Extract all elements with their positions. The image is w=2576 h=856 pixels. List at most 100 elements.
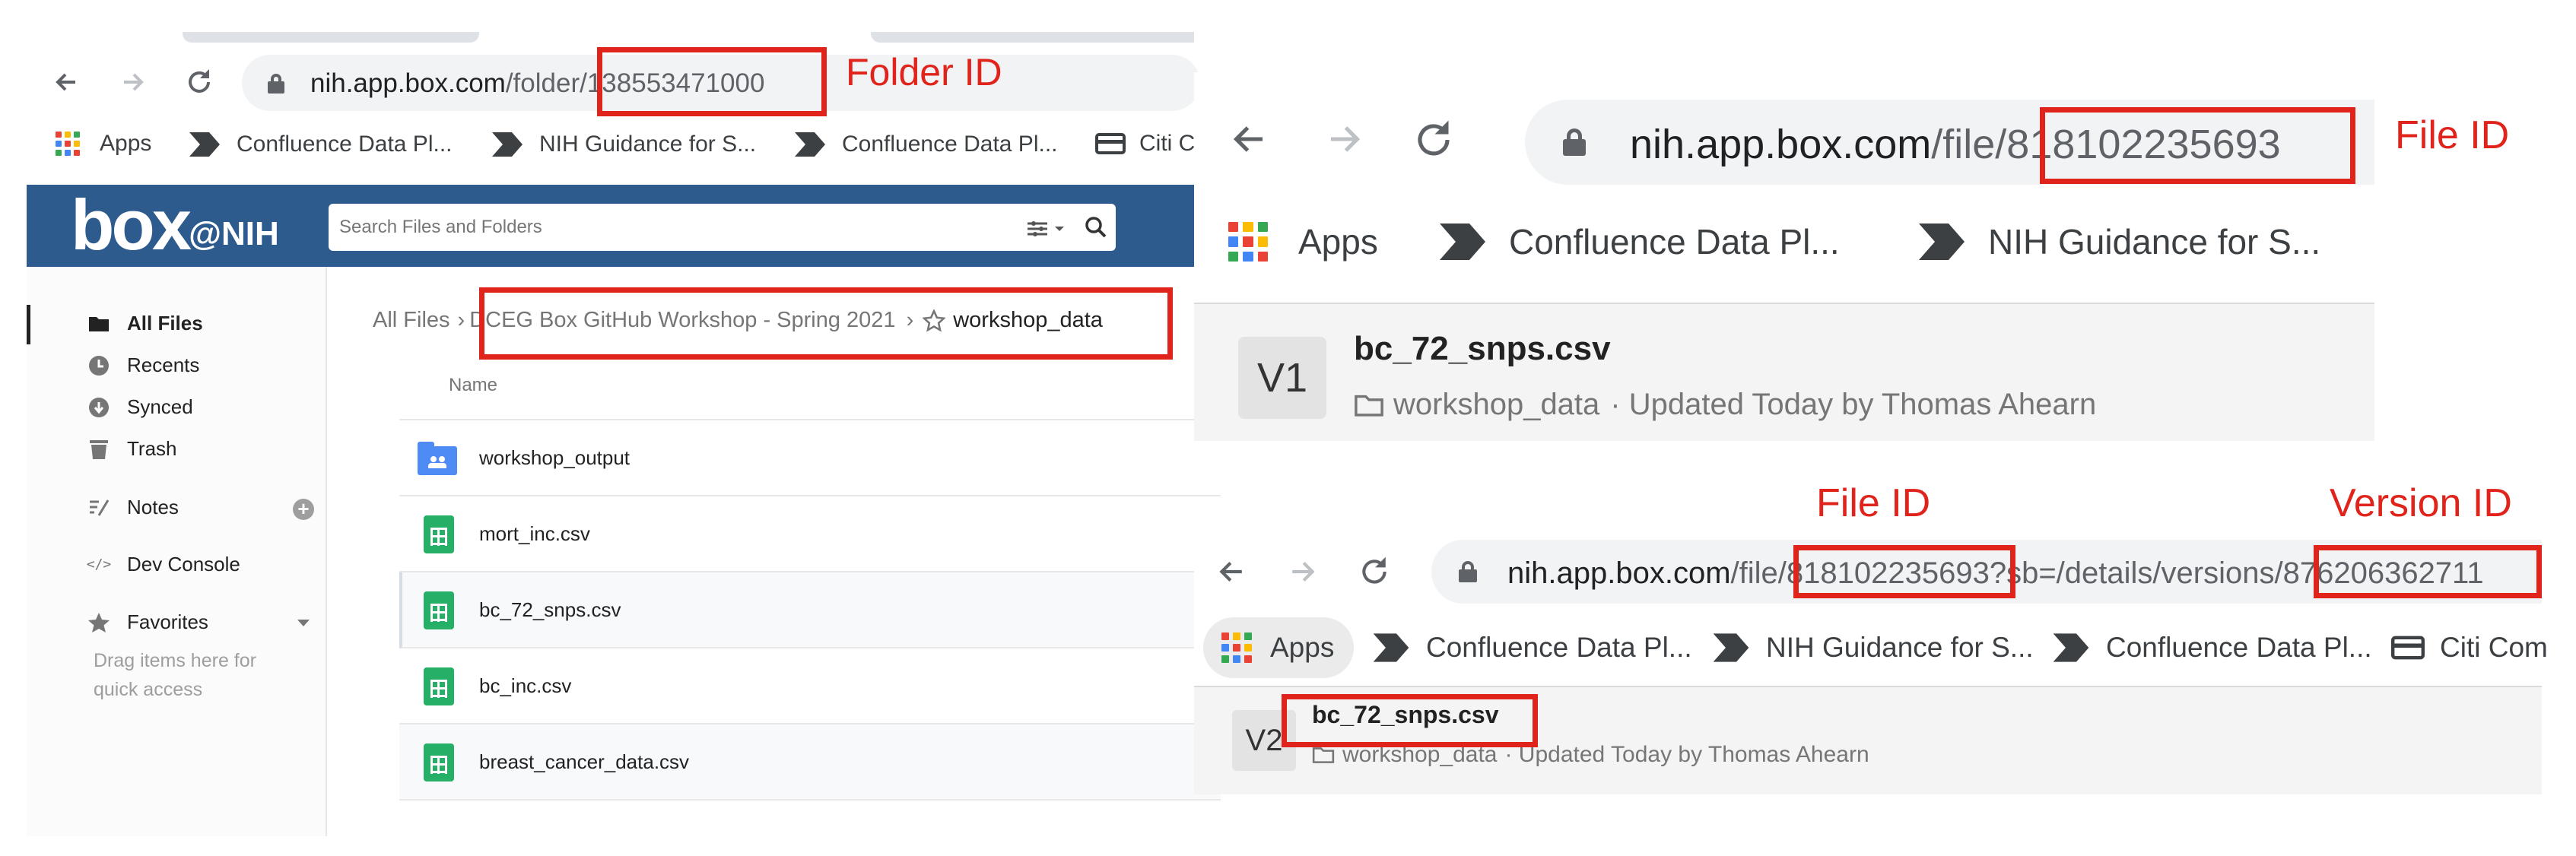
file-name[interactable]: workshop_output [479, 446, 630, 470]
reload-button[interactable] [1355, 553, 1393, 591]
sidebar-label: Dev Console [127, 553, 240, 575]
bookmark-1[interactable]: Confluence Data Pl... [1371, 632, 1692, 664]
file-folder-link[interactable]: workshop_data [1393, 388, 1599, 422]
spreadsheet-icon [424, 667, 454, 705]
list-item[interactable]: bc_inc.csv [399, 648, 1221, 724]
url-host: nih.app.box.com [1630, 122, 1932, 167]
bookmark-2[interactable]: NIH Guidance for S... [491, 131, 756, 158]
back-button[interactable] [1226, 116, 1272, 162]
forward-button[interactable] [1322, 116, 1367, 162]
bookmark-apps[interactable]: Apps [1228, 221, 1378, 262]
bookmark-4[interactable]: Citi Com [2391, 632, 2548, 664]
column-header-name[interactable]: Name [449, 375, 497, 396]
bookmark-2-label: NIH Guidance for S... [539, 132, 757, 157]
bookmark-1-label: Confluence Data Pl... [1426, 632, 1692, 663]
folder-outline-icon [1312, 747, 1335, 763]
file-name[interactable]: breast_cancer_data.csv [479, 750, 689, 774]
search-input[interactable]: Search Files and Folders [329, 204, 1116, 251]
file-name[interactable]: bc_72_snps.csv [479, 598, 621, 622]
shared-folder-icon [418, 442, 457, 475]
bookmark-1[interactable]: Confluence Data Pl... [1437, 221, 1840, 262]
file-title: bc_72_snps.csv [1354, 330, 1611, 367]
list-item[interactable]: workshop_output [399, 420, 1221, 496]
bookmark-apps[interactable]: Apps [1221, 632, 1334, 664]
favorites-hint-line-1: Drag items here for [94, 650, 256, 671]
reload-button[interactable] [183, 65, 216, 99]
code-icon: </> [86, 556, 112, 572]
back-button[interactable] [1214, 554, 1249, 589]
back-button[interactable] [51, 67, 81, 97]
url-path: /folder/ [505, 68, 587, 98]
bookmark-3-label: Confluence Data Pl... [842, 132, 1058, 157]
sidebar-label: Synced [127, 395, 193, 418]
bookmark-1[interactable]: Confluence Data Pl... [188, 131, 453, 158]
file-header: V1 bc_72_snps.csv workshop_data · Update… [1194, 303, 2374, 441]
bookmark-3[interactable]: Confluence Data Pl... [2051, 632, 2372, 664]
file-updated: · Updated Today by Thomas Ahearn [1610, 388, 2097, 421]
chevron-down-icon[interactable] [297, 619, 310, 628]
sidebar-item-dev-console[interactable]: </> Dev Console [87, 553, 240, 576]
url-host: nih.app.box.com [1507, 556, 1731, 590]
file-name[interactable]: mort_inc.csv [479, 522, 590, 546]
sidebar [27, 267, 327, 836]
star-icon [87, 611, 110, 634]
search-icon[interactable] [1085, 216, 1107, 239]
sidebar-item-all-files[interactable]: All Files [87, 312, 203, 335]
folder-id-highlight [597, 47, 827, 116]
confluence-icon [1440, 224, 1485, 260]
confluence-icon [795, 132, 825, 157]
bookmark-1-label: Confluence Data Pl... [1509, 222, 1840, 262]
sidebar-item-synced[interactable]: Synced [87, 395, 193, 419]
url-query: ?sb=/details/versions/ [1989, 556, 2283, 590]
sidebar-label: Notes [127, 496, 179, 518]
bookmark-apps-label: Apps [1270, 632, 1335, 663]
sidebar-item-notes[interactable]: Notes [87, 496, 179, 519]
card-icon [2391, 636, 2425, 660]
lock-icon [1459, 561, 1477, 582]
file-name[interactable]: bc_inc.csv [479, 674, 571, 698]
list-item[interactable]: mort_inc.csv [399, 496, 1221, 572]
sidebar-item-favorites[interactable]: Favorites [87, 610, 208, 634]
sidebar-label: All Files [127, 312, 203, 334]
folder-outline-icon [1355, 395, 1383, 417]
box-logo: box@NIH [71, 185, 279, 265]
sidebar-item-recents[interactable]: Recents [87, 353, 199, 377]
apps-grid-icon [1228, 222, 1268, 262]
list-item[interactable]: bc_72_snps.csv [399, 572, 1221, 648]
trash-icon [87, 438, 110, 461]
lock-icon [268, 74, 284, 94]
sidebar-item-trash[interactable]: Trash [87, 437, 177, 461]
reload-button[interactable] [1409, 115, 1459, 165]
version-badge[interactable]: V1 [1238, 337, 1326, 419]
bookmark-apps-label: Apps [100, 131, 152, 156]
forward-button[interactable] [118, 67, 148, 97]
confluence-icon [1713, 633, 1749, 662]
bookmark-apps-label: Apps [1298, 222, 1378, 262]
folder-icon [87, 312, 110, 335]
file-name-highlight [1282, 694, 1538, 747]
bookmark-2[interactable]: NIH Guidance for S... [1711, 632, 2034, 664]
list-item[interactable]: breast_cancer_data.csv [399, 724, 1221, 801]
bookmark-4[interactable]: Citi C [1095, 131, 1195, 157]
bookmark-2-label: NIH Guidance for S... [1988, 222, 2321, 262]
file-id-annotation-bottom: File ID [1816, 481, 1931, 525]
box-header: box@NIH Search Files and Folders [27, 185, 1194, 267]
add-note-button[interactable]: + [293, 499, 314, 520]
bookmark-3-label: Confluence Data Pl... [2106, 632, 2372, 663]
bookmark-4-label: Citi Com [2440, 632, 2548, 663]
bookmark-apps[interactable]: Apps [56, 131, 151, 157]
forward-button[interactable] [1285, 554, 1320, 589]
version-id-highlight [2314, 545, 2542, 598]
notes-icon [87, 496, 110, 519]
breadcrumb-separator: › [457, 308, 465, 332]
spreadsheet-icon [424, 591, 454, 629]
filter-icon[interactable] [1026, 219, 1069, 237]
bookmark-2[interactable]: NIH Guidance for S... [1917, 221, 2320, 262]
bookmark-2-label: NIH Guidance for S... [1766, 632, 2034, 663]
breadcrumb-root[interactable]: All Files [373, 308, 450, 333]
bookmark-1-label: Confluence Data Pl... [237, 132, 453, 157]
apps-grid-icon [1221, 632, 1252, 663]
bookmark-3[interactable]: Confluence Data Pl... [793, 131, 1058, 158]
confluence-icon [492, 132, 523, 157]
spreadsheet-icon [424, 515, 454, 553]
